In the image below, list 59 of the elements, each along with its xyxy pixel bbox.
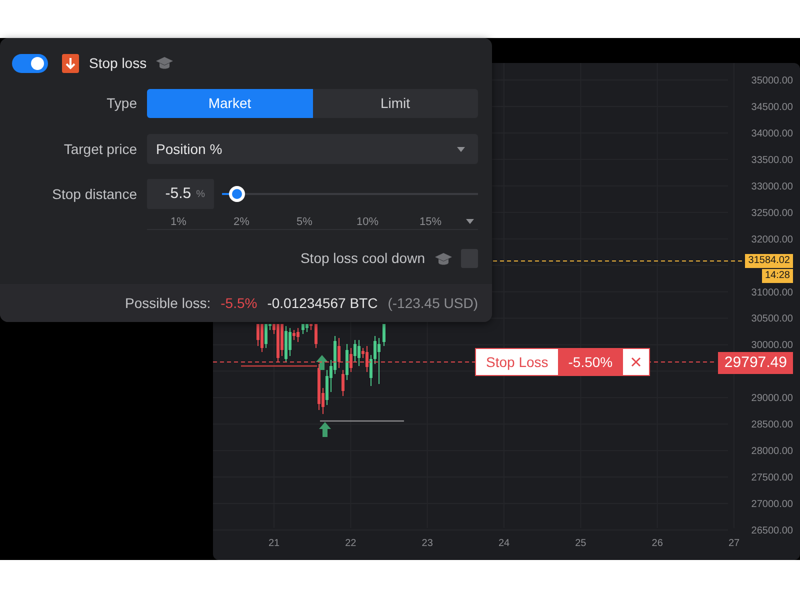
percent-preset[interactable]: 2% xyxy=(210,214,273,230)
loss-amount: -0.01234567 BTC xyxy=(267,294,378,312)
price-axis-label: 30000.00 xyxy=(751,340,793,352)
price-axis-label: 28500.00 xyxy=(751,420,793,431)
price-axis-label: 33000.00 xyxy=(751,181,793,192)
price-axis-label: 34000.00 xyxy=(751,128,793,140)
date-axis-label: 23 xyxy=(422,538,433,549)
stop-price-tag: 29797.49 xyxy=(718,352,793,374)
price-axis-label: 28000.00 xyxy=(751,446,793,458)
stop-distance-input[interactable]: -5.5 xyxy=(149,182,192,206)
date-axis-label: 27 xyxy=(728,538,740,549)
price-axis-label: 29000.00 xyxy=(751,393,793,404)
loss-percent: -5.5% xyxy=(220,294,258,312)
date-axis-label: 24 xyxy=(498,538,510,549)
percent-unit: % xyxy=(196,188,205,202)
price-axis-label: 31000.00 xyxy=(751,287,793,298)
graduation-cap-icon[interactable] xyxy=(435,252,452,264)
price-axis-label: 35000.00 xyxy=(751,76,793,86)
loss-fiat: (-123.45 USD) xyxy=(388,294,478,313)
price-axis-label: 27000.00 xyxy=(751,499,793,510)
date-axis-label: 26 xyxy=(652,538,663,549)
field-label: Target price xyxy=(62,140,137,159)
up-arrow-icon xyxy=(319,422,331,437)
last-price-tag: 31584.02 xyxy=(745,254,793,268)
possible-loss-label: Possible loss: xyxy=(125,294,211,312)
stop-distance-field[interactable]: -5.5 % xyxy=(147,179,214,209)
target-price-select[interactable]: Position % xyxy=(147,134,478,164)
stop-loss-percent: -5.50% xyxy=(558,349,623,375)
date-axis-label: 22 xyxy=(345,538,356,549)
date-axis-label: 21 xyxy=(268,538,280,549)
percent-preset[interactable]: 1% xyxy=(147,214,210,230)
field-label: Stop distance xyxy=(51,184,137,204)
type-tab[interactable]: Limit xyxy=(312,89,478,118)
price-axis-label: 26500.00 xyxy=(751,526,793,536)
percent-preset[interactable]: 5% xyxy=(273,214,336,230)
price-axis-label: 34500.00 xyxy=(751,102,793,113)
caret-icon[interactable] xyxy=(466,219,474,224)
field-label: Type xyxy=(106,94,137,113)
type-tab[interactable]: Market xyxy=(147,89,312,118)
close-icon xyxy=(630,357,641,367)
slider-thumb[interactable] xyxy=(229,186,246,202)
price-axis-label: 32500.00 xyxy=(751,208,793,219)
percent-preset[interactable]: 15% xyxy=(399,214,462,230)
price-axis-label: 33500.00 xyxy=(751,154,793,166)
candle xyxy=(382,324,386,346)
date-axis-label: 25 xyxy=(575,538,586,549)
candle xyxy=(314,324,318,348)
up-arrow-icon xyxy=(316,355,328,370)
panel-title: Stop loss xyxy=(89,54,147,73)
price-axis-label: 27500.00 xyxy=(751,472,793,484)
stop-loss-toggle[interactable] xyxy=(12,54,48,72)
cool-down-label: Stop loss cool down xyxy=(300,249,425,268)
price-axis-label: 30500.00 xyxy=(751,314,793,325)
graduation-cap-icon[interactable] xyxy=(156,57,173,69)
price-axis-label: 32000.00 xyxy=(751,234,793,246)
caret-icon xyxy=(457,146,465,152)
countdown-tag: 14:28 xyxy=(762,269,793,283)
cool-down-checkbox[interactable] xyxy=(461,249,478,268)
percent-preset[interactable]: 10% xyxy=(336,214,399,230)
